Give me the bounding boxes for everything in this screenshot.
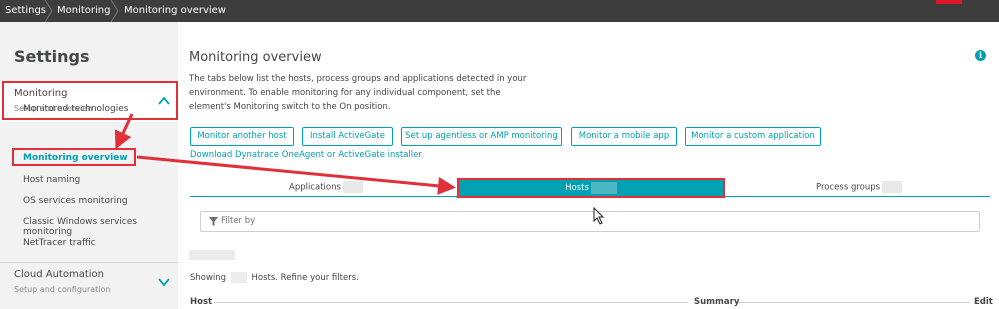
showing-prefix: Showing — [190, 273, 227, 283]
monitor-another-host-button[interactable]: Monitor another host — [190, 127, 294, 146]
redacted-count — [882, 181, 903, 193]
filter-placeholder: Filter by — [221, 216, 256, 226]
sidebar-title: Settings — [14, 47, 90, 66]
filter-input[interactable]: Filter by — [200, 211, 980, 232]
column-header-host[interactable]: Host — [190, 297, 212, 307]
sidebar-section-subtitle: Setup and configuration — [14, 285, 111, 294]
annotation-box-monitoring-overview — [12, 148, 136, 166]
column-divider — [738, 302, 970, 303]
redacted-count — [230, 272, 247, 283]
tab-label: Applications — [289, 182, 341, 193]
column-header-summary: Summary — [694, 297, 740, 307]
tab-applications[interactable]: Applications — [289, 181, 363, 195]
breadcrumb: Settings Monitoring Monitoring overview — [0, 0, 999, 22]
breadcrumb-monitoring-overview: Monitoring overview — [124, 5, 226, 16]
breadcrumb-separator-icon — [44, 0, 54, 22]
sidebar-item-classic-windows-services[interactable]: Classic Windows services monitoring — [23, 217, 178, 237]
sidebar-divider — [0, 262, 178, 263]
agentless-amp-monitoring-button[interactable]: Set up agentless or AMP monitoring — [401, 127, 562, 146]
sidebar-item-host-naming[interactable]: Host naming — [23, 175, 80, 185]
breadcrumb-monitoring[interactable]: Monitoring — [57, 0, 110, 22]
redacted-count — [342, 181, 363, 193]
tab-label: Process groups — [816, 182, 881, 193]
page-title: Monitoring overview — [189, 50, 322, 65]
annotation-box-monitoring-section — [2, 81, 178, 120]
sidebar-section-label: Cloud Automation — [14, 269, 104, 280]
monitor-mobile-app-button[interactable]: Monitor a mobile app — [571, 127, 677, 146]
column-header-edit: Edit — [974, 297, 993, 307]
page-description: The tabs below list the hosts, process g… — [189, 74, 527, 112]
info-icon[interactable]: i — [975, 50, 986, 61]
topbar-accent-strip — [936, 0, 962, 4]
column-divider — [214, 302, 688, 303]
download-installer-link[interactable]: Download Dynatrace OneAgent or ActiveGat… — [190, 150, 422, 160]
filter-icon — [209, 217, 218, 226]
breadcrumb-settings[interactable]: Settings — [5, 0, 46, 22]
chevron-down-icon[interactable] — [158, 277, 170, 287]
sidebar-item-os-services-monitoring[interactable]: OS services monitoring — [23, 196, 128, 206]
mouse-cursor-icon — [593, 206, 605, 225]
sidebar-section-cloud-automation[interactable]: Cloud Automation Setup and configuration — [0, 265, 178, 305]
install-activegate-button[interactable]: Install ActiveGate — [302, 127, 393, 146]
sidebar-item-nettracer-traffic[interactable]: NetTracer traffic — [23, 238, 96, 248]
redacted-block — [189, 250, 235, 260]
monitor-custom-application-button[interactable]: Monitor a custom application — [685, 127, 821, 146]
showing-suffix: Hosts. Refine your filters. — [251, 273, 359, 283]
showing-summary: Showing Hosts. Refine your filters. — [190, 272, 359, 283]
tab-process-groups[interactable]: Process groups — [816, 181, 903, 195]
breadcrumb-separator-icon — [110, 0, 120, 22]
annotation-box-hosts-tab — [457, 178, 725, 198]
